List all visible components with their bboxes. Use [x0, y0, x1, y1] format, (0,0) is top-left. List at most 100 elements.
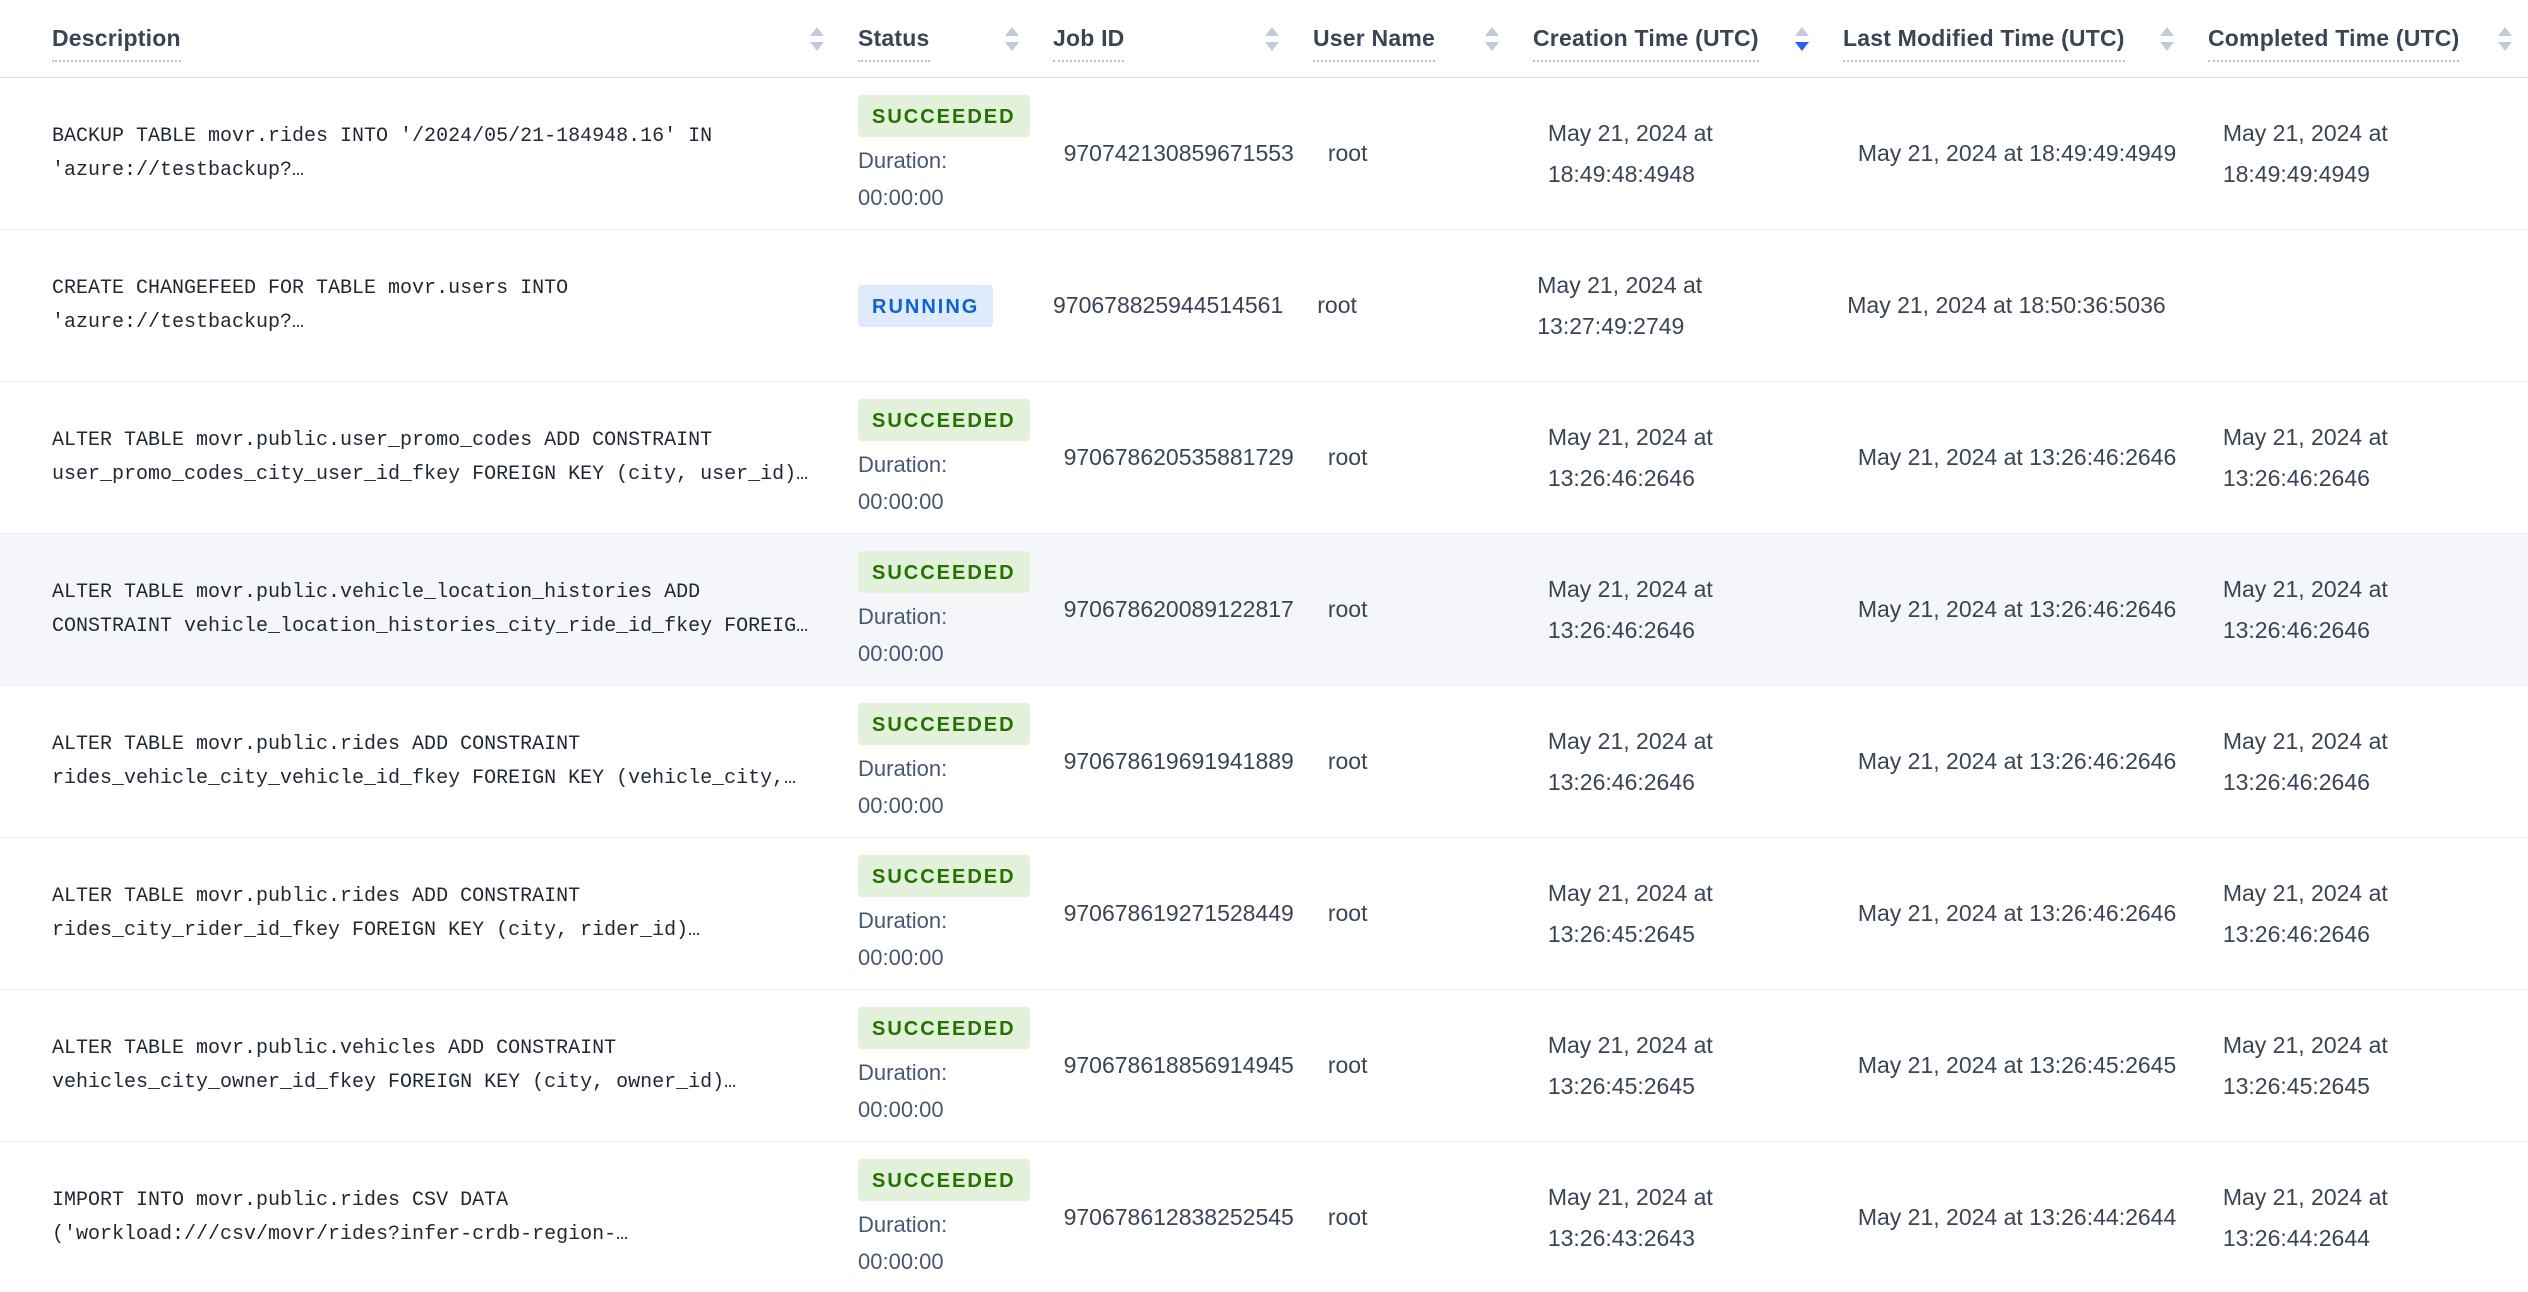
job-description-cell[interactable]: ALTER TABLE movr.public.user_promo_codes… — [0, 382, 840, 533]
user-name-value: root — [1327, 1204, 1368, 1231]
sort-arrows-icon[interactable] — [810, 26, 824, 51]
sort-arrows-icon[interactable] — [1265, 26, 1279, 51]
column-header[interactable]: Last Modified Time (UTC) — [1825, 0, 2190, 77]
job-description-cell[interactable]: ALTER TABLE movr.public.vehicles ADD CON… — [0, 990, 840, 1141]
sort-ascending-icon[interactable] — [1485, 26, 1499, 36]
duration-value: 00:00:00 — [858, 640, 944, 666]
column-header[interactable]: User Name — [1295, 0, 1515, 77]
job-description[interactable]: ALTER TABLE movr.public.rides ADD CONSTR… — [52, 880, 824, 948]
completed-time-cell: May 21, 2024 at 13:26:46:2646 — [2205, 686, 2528, 837]
sort-descending-icon[interactable] — [1485, 41, 1499, 51]
duration-value: 00:00:00 — [858, 944, 944, 970]
last-modified-time-cell: May 21, 2024 at 13:26:46:2646 — [1840, 382, 2205, 533]
column-header-label[interactable]: Description — [52, 25, 181, 63]
column-header-label[interactable]: Creation Time (UTC) — [1533, 25, 1759, 63]
job-description-cell[interactable]: ALTER TABLE movr.public.vehicle_location… — [0, 534, 840, 685]
creation-time-cell: May 21, 2024 at 13:26:46:2646 — [1530, 382, 1840, 533]
sort-arrows-icon[interactable] — [2498, 26, 2512, 51]
column-header[interactable]: Creation Time (UTC) — [1515, 0, 1825, 77]
column-header[interactable]: Job ID — [1035, 0, 1295, 77]
creation-time-value: May 21, 2024 at 13:26:46:2646 — [1547, 576, 1713, 643]
job-id-cell: 970678618856914945 — [1046, 990, 1310, 1141]
duration-value: 00:00:00 — [858, 488, 944, 514]
status-badge: RUNNING — [858, 284, 994, 327]
sort-descending-icon[interactable] — [1795, 41, 1809, 51]
sort-descending-icon[interactable] — [810, 41, 824, 51]
last-modified-time-value: May 21, 2024 at 13:26:46:2646 — [1857, 748, 2177, 775]
table-row[interactable]: CREATE CHANGEFEED FOR TABLE movr.users I… — [0, 230, 2528, 382]
sort-ascending-icon[interactable] — [2160, 26, 2174, 36]
sort-ascending-icon[interactable] — [1795, 26, 1809, 36]
completed-time-value: May 21, 2024 at 13:26:46:2646 — [2222, 424, 2388, 491]
table-row[interactable]: ALTER TABLE movr.public.vehicles ADD CON… — [0, 990, 2528, 1142]
table-row[interactable]: IMPORT INTO movr.public.rides CSV DATA (… — [0, 1142, 2528, 1292]
sort-descending-icon[interactable] — [1005, 41, 1019, 51]
creation-time-value: May 21, 2024 at 13:26:46:2646 — [1547, 728, 1713, 795]
user-name-value: root — [1327, 444, 1368, 471]
last-modified-time-value: May 21, 2024 at 13:26:45:2645 — [1857, 1052, 2177, 1079]
completed-time-cell: May 21, 2024 at 13:26:46:2646 — [2205, 838, 2528, 989]
job-description-cell[interactable]: IMPORT INTO movr.public.rides CSV DATA (… — [0, 1142, 840, 1292]
job-id-cell: 970678612838252545 — [1046, 1142, 1310, 1292]
sort-descending-icon[interactable] — [2160, 41, 2174, 51]
sort-descending-icon[interactable] — [2498, 41, 2512, 51]
jobs-table: Description Status Job ID User Name Crea… — [0, 0, 2528, 1292]
status-badge: SUCCEEDED — [858, 550, 1030, 593]
table-row[interactable]: ALTER TABLE movr.public.rides ADD CONSTR… — [0, 838, 2528, 990]
column-header-label[interactable]: Status — [858, 25, 930, 63]
sort-arrows-icon[interactable] — [2160, 26, 2174, 51]
sort-ascending-icon[interactable] — [1005, 26, 1019, 36]
creation-time-value: May 21, 2024 at 13:26:43:2643 — [1547, 1184, 1713, 1251]
job-id-value: 970678612838252545 — [1063, 1204, 1294, 1231]
column-header-label[interactable]: Last Modified Time (UTC) — [1843, 25, 2125, 63]
column-header-label[interactable]: Completed Time (UTC) — [2208, 25, 2460, 63]
table-row[interactable]: ALTER TABLE movr.public.vehicle_location… — [0, 534, 2528, 686]
user-name-cell: root — [1310, 382, 1530, 533]
sort-arrows-icon[interactable] — [1485, 26, 1499, 51]
duration-label: Duration: — [858, 147, 948, 173]
duration-value: 00:00:00 — [858, 1248, 944, 1274]
job-description[interactable]: ALTER TABLE movr.public.vehicles ADD CON… — [52, 1032, 824, 1100]
job-description-cell[interactable]: BACKUP TABLE movr.rides INTO '/2024/05/2… — [0, 78, 840, 229]
last-modified-time-value: May 21, 2024 at 13:26:46:2646 — [1857, 900, 2177, 927]
column-header-label[interactable]: Job ID — [1053, 25, 1125, 63]
sort-ascending-icon[interactable] — [810, 26, 824, 36]
completed-time-cell: May 21, 2024 at 13:26:44:2644 — [2205, 1142, 2528, 1292]
job-description-cell[interactable]: ALTER TABLE movr.public.rides ADD CONSTR… — [0, 838, 840, 989]
creation-time-value: May 21, 2024 at 13:27:49:2749 — [1537, 272, 1703, 339]
table-row[interactable]: ALTER TABLE movr.public.rides ADD CONSTR… — [0, 686, 2528, 838]
job-description[interactable]: ALTER TABLE movr.public.vehicle_location… — [52, 576, 824, 644]
sort-descending-icon[interactable] — [1265, 41, 1279, 51]
sort-ascending-icon[interactable] — [1265, 26, 1279, 36]
job-status-cell: RUNNING Duration: — [840, 230, 1035, 381]
duration-label: Duration: — [858, 1059, 948, 1085]
job-description[interactable]: ALTER TABLE movr.public.user_promo_codes… — [52, 424, 824, 492]
user-name-value: root — [1327, 596, 1368, 623]
duration-label: Duration: — [858, 1211, 948, 1237]
job-description[interactable]: CREATE CHANGEFEED FOR TABLE movr.users I… — [52, 272, 824, 340]
creation-time-cell: May 21, 2024 at 13:27:49:2749 — [1519, 230, 1829, 381]
column-header[interactable]: Completed Time (UTC) — [2190, 0, 2528, 77]
last-modified-time-cell: May 21, 2024 at 18:49:49:4949 — [1840, 78, 2205, 229]
job-description[interactable]: IMPORT INTO movr.public.rides CSV DATA (… — [52, 1184, 824, 1252]
column-header[interactable]: Description — [0, 0, 840, 77]
job-id-cell: 970678620535881729 — [1046, 382, 1310, 533]
column-header[interactable]: Status — [840, 0, 1035, 77]
job-description-cell[interactable]: ALTER TABLE movr.public.rides ADD CONSTR… — [0, 686, 840, 837]
sort-ascending-icon[interactable] — [2498, 26, 2512, 36]
job-description[interactable]: BACKUP TABLE movr.rides INTO '/2024/05/2… — [52, 120, 824, 188]
creation-time-cell: May 21, 2024 at 13:26:46:2646 — [1530, 686, 1840, 837]
table-row[interactable]: BACKUP TABLE movr.rides INTO '/2024/05/2… — [0, 78, 2528, 230]
completed-time-cell — [2194, 230, 2528, 381]
last-modified-time-value: May 21, 2024 at 13:26:46:2646 — [1857, 596, 2177, 623]
status-badge: SUCCEEDED — [858, 1158, 1030, 1201]
status-badge: SUCCEEDED — [858, 854, 1030, 897]
table-row[interactable]: ALTER TABLE movr.public.user_promo_codes… — [0, 382, 2528, 534]
job-description-cell[interactable]: CREATE CHANGEFEED FOR TABLE movr.users I… — [0, 230, 840, 381]
column-header-label[interactable]: User Name — [1313, 25, 1435, 63]
creation-time-value: May 21, 2024 at 18:49:48:4948 — [1547, 120, 1713, 187]
sort-arrows-icon[interactable] — [1795, 26, 1809, 51]
sort-arrows-icon[interactable] — [1005, 26, 1019, 51]
duration-block: Duration: 00:00:00 — [858, 1211, 947, 1276]
job-description[interactable]: ALTER TABLE movr.public.rides ADD CONSTR… — [52, 728, 824, 796]
